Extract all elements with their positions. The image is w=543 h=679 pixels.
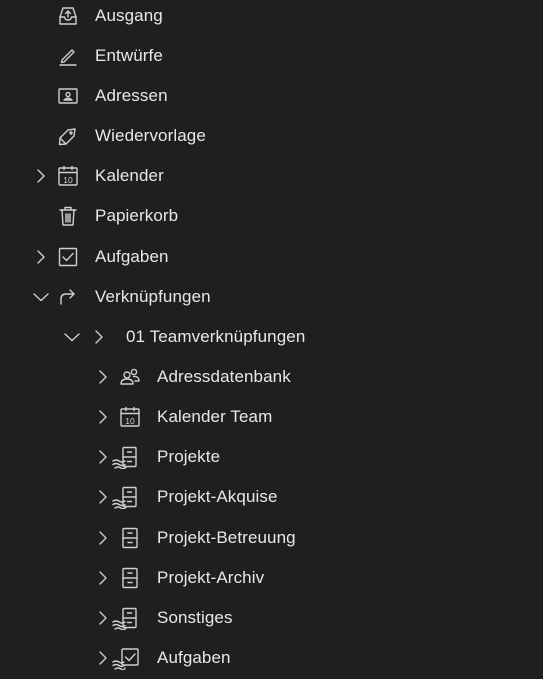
- outbox-icon: [56, 4, 80, 28]
- chevron-right-icon[interactable]: [89, 327, 109, 347]
- cabinet-icon: [118, 526, 142, 550]
- folder-kalender[interactable]: 10 Kalender: [0, 156, 543, 196]
- folder-label: Projekt-Betreuung: [157, 528, 296, 547]
- folder-projekt-betreuung[interactable]: Projekt-Betreuung: [0, 518, 543, 558]
- folder-label: 01 Teamverknüpfungen: [126, 327, 306, 346]
- tag-icon: [56, 124, 80, 148]
- folder-label: Kalender Team: [157, 407, 273, 426]
- chevron-right-icon[interactable]: [93, 568, 113, 588]
- chevron-right-icon[interactable]: [31, 166, 51, 186]
- chevron-right-icon[interactable]: [93, 447, 113, 467]
- calendar-icon: 10: [118, 405, 142, 429]
- shared-checkbox-icon: [112, 646, 142, 670]
- chevron-right-icon[interactable]: [93, 648, 113, 668]
- folder-sonstiges[interactable]: Sonstiges: [0, 598, 543, 638]
- shortcut-arrow-icon: [56, 285, 80, 309]
- folder-label: Projekte: [157, 447, 221, 466]
- shared-cabinet-icon: [112, 485, 142, 509]
- folder-verknuepfungen[interactable]: Verknüpfungen: [0, 277, 543, 317]
- folder-wiedervorlage[interactable]: Wiedervorlage: [0, 116, 543, 156]
- folder-label: Papierkorb: [95, 206, 179, 225]
- folder-label: Entwürfe: [95, 46, 163, 65]
- chevron-right-icon[interactable]: [93, 608, 113, 628]
- folder-tree: Ausgang Entwürfe Adressen Wiedervorlage …: [0, 0, 543, 679]
- folder-label: Kalender: [95, 166, 164, 185]
- folder-label: Projekt-Akquise: [157, 487, 278, 506]
- trash-icon: [56, 204, 80, 228]
- folder-projekt-akquise[interactable]: Projekt-Akquise: [0, 477, 543, 517]
- folder-label: Sonstiges: [157, 608, 233, 627]
- chevron-down-icon[interactable]: [62, 327, 82, 347]
- contact-card-icon: [56, 84, 80, 108]
- shared-cabinet-icon: [112, 445, 142, 469]
- shared-cabinet-icon: [112, 606, 142, 630]
- svg-text:10: 10: [63, 175, 73, 185]
- chevron-right-icon[interactable]: [93, 367, 113, 387]
- folder-projekte[interactable]: Projekte: [0, 437, 543, 477]
- folder-label: Projekt-Archiv: [157, 568, 265, 587]
- folder-label: Aufgaben: [95, 247, 169, 266]
- folder-projekt-archiv[interactable]: Projekt-Archiv: [0, 558, 543, 598]
- calendar-icon: 10: [56, 164, 80, 188]
- people-icon: [118, 365, 142, 389]
- folder-label: Ausgang: [95, 6, 163, 25]
- folder-adressdatenbank[interactable]: Adressdatenbank: [0, 357, 543, 397]
- folder-team-aufgaben[interactable]: Aufgaben: [0, 638, 543, 678]
- folder-label: Verknüpfungen: [95, 287, 211, 306]
- folder-aufgaben[interactable]: Aufgaben: [0, 237, 543, 277]
- chevron-right-icon[interactable]: [93, 487, 113, 507]
- folder-label: Aufgaben: [157, 648, 231, 667]
- folder-adressen[interactable]: Adressen: [0, 76, 543, 116]
- chevron-right-icon[interactable]: [93, 407, 113, 427]
- chevron-right-icon[interactable]: [93, 528, 113, 548]
- chevron-down-icon[interactable]: [31, 287, 51, 307]
- folder-papierkorb[interactable]: Papierkorb: [0, 196, 543, 236]
- folder-ausgang[interactable]: Ausgang: [0, 0, 543, 36]
- chevron-right-icon[interactable]: [31, 247, 51, 267]
- folder-kalender-team[interactable]: 10 Kalender Team: [0, 397, 543, 437]
- folder-label: Adressen: [95, 86, 168, 105]
- folder-label: Wiedervorlage: [95, 126, 206, 145]
- pencil-icon: [56, 44, 80, 68]
- checkbox-icon: [56, 245, 80, 269]
- cabinet-icon: [118, 566, 142, 590]
- svg-text:10: 10: [125, 416, 135, 426]
- folder-label: Adressdatenbank: [157, 367, 291, 386]
- folder-teamverknuepfungen[interactable]: 01 Teamverknüpfungen: [0, 317, 543, 357]
- folder-entwuerfe[interactable]: Entwürfe: [0, 36, 543, 76]
